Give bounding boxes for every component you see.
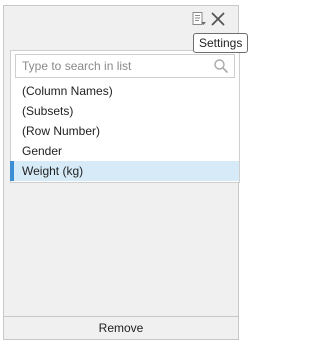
settings-tooltip: Settings xyxy=(193,33,249,53)
search-input[interactable] xyxy=(16,55,212,77)
settings-list-icon[interactable] xyxy=(191,11,207,27)
list-item[interactable]: (Column Names) xyxy=(11,81,239,101)
column-list: (Column Names) (Subsets) (Row Number) Ge… xyxy=(10,81,239,181)
list-box: (Column Names) (Subsets) (Row Number) Ge… xyxy=(10,50,240,183)
remove-button[interactable]: Remove xyxy=(4,316,238,339)
list-item[interactable]: Gender xyxy=(11,141,239,161)
search-icon[interactable] xyxy=(213,58,229,74)
list-item[interactable]: (Row Number) xyxy=(11,121,239,141)
list-item-selected[interactable]: Weight (kg) xyxy=(10,161,239,181)
list-item[interactable]: (Subsets) xyxy=(11,101,239,121)
filter-panel: (Column Names) (Subsets) (Row Number) Ge… xyxy=(3,5,240,340)
close-icon[interactable] xyxy=(209,10,227,28)
search-field[interactable] xyxy=(15,54,235,78)
